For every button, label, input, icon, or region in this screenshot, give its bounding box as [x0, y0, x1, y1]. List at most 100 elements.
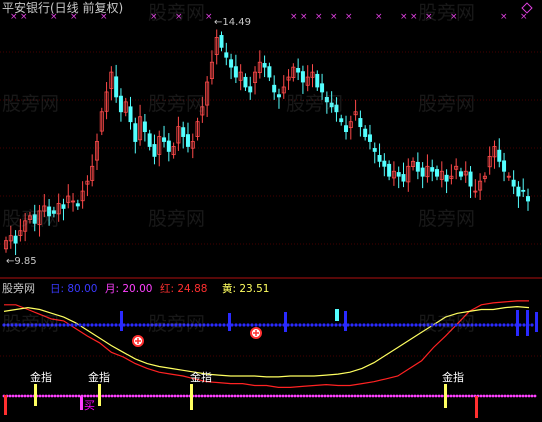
magenta-band-dot	[299, 394, 303, 398]
blue-band-dot	[378, 323, 382, 327]
magenta-band-dot	[29, 394, 33, 398]
magenta-band-dot	[500, 394, 504, 398]
blue-band-dot	[502, 323, 506, 327]
blue-band-dot	[338, 323, 342, 327]
candle-body	[75, 203, 80, 207]
magenta-band-dot	[395, 394, 399, 398]
magenta-band-dot	[281, 394, 285, 398]
magenta-band-dot	[137, 394, 141, 398]
magenta-band-dot	[251, 394, 255, 398]
blue-band-dot	[86, 323, 90, 327]
blue-band-dot	[290, 323, 294, 327]
magenta-band-dot	[386, 394, 390, 398]
blue-band-dot	[70, 323, 74, 327]
blue-band-dot	[218, 323, 222, 327]
magenta-band-dot	[62, 394, 66, 398]
blue-band-dot	[274, 323, 278, 327]
magenta-band-dot	[440, 394, 444, 398]
blue-band-dot	[254, 323, 258, 327]
magenta-band-dot	[338, 394, 342, 398]
cyan-signal-bar	[335, 309, 339, 321]
candle-body	[339, 118, 344, 123]
magenta-band-dot	[371, 394, 375, 398]
magenta-band-dot	[428, 394, 432, 398]
candle-body	[300, 71, 305, 83]
magenta-band-dot	[383, 394, 387, 398]
blue-band-dot	[246, 323, 250, 327]
magenta-band-dot	[314, 394, 318, 398]
magenta-band-dot	[68, 394, 72, 398]
candle-body	[315, 73, 320, 88]
blue-band-dot	[82, 323, 86, 327]
low-price-marker: ←9.85	[6, 256, 37, 267]
magenta-band-dot	[53, 394, 57, 398]
blue-band-dot	[382, 323, 386, 327]
blue-band-dot	[506, 323, 510, 327]
magenta-band-dot	[41, 394, 45, 398]
magenta-band-dot	[125, 394, 129, 398]
blue-band-dot	[90, 323, 94, 327]
watermark-text: 股旁网	[148, 208, 206, 230]
magenta-band-dot	[374, 394, 378, 398]
blue-band-dot	[306, 323, 310, 327]
blue-band-dot	[238, 323, 242, 327]
magenta-band-dot	[266, 394, 270, 398]
magenta-band-dot	[245, 394, 249, 398]
magenta-band-dot	[227, 394, 231, 398]
magenta-band-dot	[92, 394, 96, 398]
legend-item-purple: 月: 20.00	[105, 283, 153, 295]
magenta-band-dot	[284, 394, 288, 398]
blue-band-dot	[318, 323, 322, 327]
cross-marker: ×	[315, 12, 323, 22]
cross-marker: ×	[375, 12, 383, 22]
blue-band-dot	[322, 323, 326, 327]
candle-body	[358, 118, 363, 128]
candle-body	[521, 189, 526, 192]
blue-band-dot	[394, 323, 398, 327]
candle-body	[262, 63, 267, 68]
candle-body	[142, 121, 147, 132]
magenta-band-dot	[449, 394, 453, 398]
magenta-band-dot	[521, 394, 525, 398]
blue-band-dot	[94, 323, 98, 327]
magenta-band-dot	[158, 394, 162, 398]
watermark-text: 股旁网	[2, 208, 60, 230]
magenta-band-dot	[20, 394, 24, 398]
magenta-band-dot	[203, 394, 207, 398]
magenta-band-dot	[341, 394, 345, 398]
blue-band-bar	[344, 311, 347, 331]
magenta-band-dot	[470, 394, 474, 398]
blue-band-dot	[486, 323, 490, 327]
blue-band-dot	[278, 323, 282, 327]
magenta-band-dot	[431, 394, 435, 398]
high-price-value: 14.49	[222, 17, 252, 28]
candle-body	[320, 83, 325, 93]
magenta-band-dot	[305, 394, 309, 398]
magenta-band-dot	[44, 394, 48, 398]
magenta-band-dot	[365, 394, 369, 398]
candle-body	[276, 94, 281, 98]
magenta-band-dot	[152, 394, 156, 398]
candle-body	[387, 163, 392, 177]
candle-body	[233, 66, 238, 78]
watermark-text: 股旁网	[418, 93, 476, 115]
blue-band-dot	[242, 323, 246, 327]
magenta-band-dot	[506, 394, 510, 398]
blue-band-dot	[390, 323, 394, 327]
blue-band-dot	[298, 323, 302, 327]
blue-band-dot	[530, 323, 534, 327]
magenta-band-dot	[533, 394, 537, 398]
magenta-band-dot	[236, 394, 240, 398]
magenta-band-dot	[185, 394, 189, 398]
magenta-band-dot	[323, 394, 327, 398]
magenta-band-dot	[335, 394, 339, 398]
magenta-band-dot	[254, 394, 258, 398]
watermark-text: 股旁网	[148, 93, 206, 115]
magenta-band-dot	[467, 394, 471, 398]
cross-marker: ×	[300, 12, 308, 22]
magenta-band-dot	[143, 394, 147, 398]
candle-body	[382, 160, 387, 167]
candle-body	[152, 144, 157, 157]
blue-band-dot	[74, 323, 78, 327]
magenta-band-dot	[140, 394, 144, 398]
